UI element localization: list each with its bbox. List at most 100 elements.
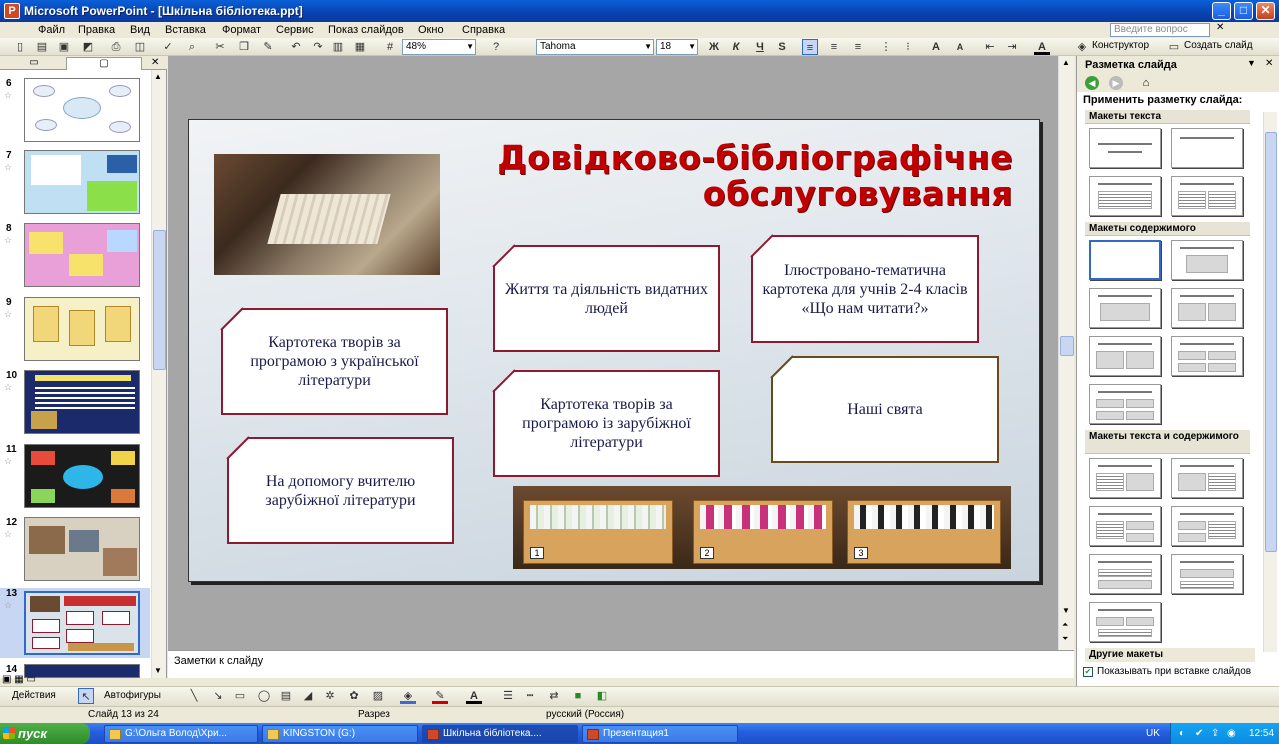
slide-thumbnail[interactable]: [24, 223, 140, 287]
italic-button[interactable]: К: [728, 39, 744, 55]
designer-button[interactable]: Конструктор: [1092, 40, 1149, 51]
back-icon[interactable]: ◀: [1085, 76, 1099, 90]
shadow-button[interactable]: S: [774, 39, 790, 55]
slide-thumbnail[interactable]: [24, 297, 140, 361]
layout-text-content-3[interactable]: [1089, 506, 1161, 546]
taskbar-powerpoint-1[interactable]: Шкільна бібліотека....: [422, 725, 578, 743]
home-icon[interactable]: ⌂: [1139, 76, 1153, 90]
slide-canvas[interactable]: Довідково-бібліографічне обслуговування …: [188, 119, 1040, 582]
cut-icon[interactable]: ✂: [212, 39, 228, 55]
slide-scrollbar[interactable]: ▲ ▼ ⏶ ⏷: [1058, 56, 1074, 650]
rectangle-icon[interactable]: ▭: [232, 688, 248, 704]
menu-window[interactable]: Окно: [418, 22, 444, 38]
scroll-thumb[interactable]: [1265, 132, 1277, 552]
menu-file[interactable]: Файл: [38, 22, 65, 38]
redo-icon[interactable]: ↷: [310, 39, 326, 55]
actions-menu[interactable]: Действия: [12, 690, 56, 701]
slide-thumbnail[interactable]: [24, 517, 140, 581]
arrow-icon[interactable]: ↘: [210, 688, 226, 704]
menu-slideshow[interactable]: Показ слайдов: [328, 22, 404, 38]
layout-title-only[interactable]: [1171, 128, 1243, 168]
maximize-button[interactable]: □: [1234, 2, 1253, 20]
slide-thumbnail[interactable]: [24, 444, 140, 508]
align-center-icon[interactable]: ≡: [826, 39, 842, 55]
bold-button[interactable]: Ж: [706, 39, 722, 55]
layout-text-content-7[interactable]: [1089, 602, 1161, 642]
prev-slide-icon[interactable]: ⏶: [1062, 620, 1068, 630]
sorter-view-icon[interactable]: ▦: [14, 674, 23, 685]
clipart-icon[interactable]: ✿: [346, 688, 362, 704]
layouts-scrollbar[interactable]: [1263, 112, 1277, 652]
tab-slides[interactable]: ▢: [66, 57, 142, 70]
insert-table-icon[interactable]: ▦: [352, 39, 368, 55]
format-painter-icon[interactable]: ✎: [260, 39, 276, 55]
slide-thumb-13-selected[interactable]: 13 ☆: [0, 588, 150, 658]
close-window-button[interactable]: ✕: [1256, 2, 1275, 20]
layout-title-slide[interactable]: [1089, 128, 1161, 168]
new-doc-icon[interactable]: ▯: [12, 39, 28, 55]
copy-icon[interactable]: ❐: [236, 39, 252, 55]
increase-indent-icon[interactable]: ⇥: [1004, 39, 1020, 55]
slide-thumbnail[interactable]: [24, 150, 140, 214]
scroll-up-icon[interactable]: ▲: [1062, 58, 1070, 67]
picture-icon[interactable]: ▨: [370, 688, 386, 704]
slideshow-view-icon[interactable]: ▭: [26, 674, 35, 685]
numbering-icon[interactable]: ⋮: [878, 39, 894, 55]
keyboard-language[interactable]: UK: [1146, 723, 1160, 744]
scroll-down-icon[interactable]: ▼: [1062, 606, 1070, 615]
font-color-draw-icon[interactable]: A: [466, 688, 482, 704]
dash-style-icon[interactable]: ┅: [522, 688, 538, 704]
forward-icon[interactable]: ▶: [1109, 76, 1123, 90]
bullets-icon[interactable]: ⁝: [900, 39, 916, 55]
slide-thumb-8[interactable]: 8 ☆: [0, 223, 150, 293]
menu-insert[interactable]: Вставка: [165, 22, 206, 38]
notes-pane[interactable]: Заметки к слайду: [168, 650, 1074, 678]
slides-scrollbar[interactable]: ▲ ▼: [151, 70, 166, 678]
undo-icon[interactable]: ↶: [288, 39, 304, 55]
underline-button[interactable]: Ч: [752, 39, 768, 55]
minimize-button[interactable]: _: [1212, 2, 1231, 20]
taskpane-close-icon[interactable]: ✕: [1265, 58, 1273, 69]
menu-format[interactable]: Формат: [222, 22, 261, 38]
tab-outline[interactable]: ▭: [4, 57, 64, 70]
line-style-icon[interactable]: ☰: [500, 688, 516, 704]
increase-font-icon[interactable]: A: [928, 39, 944, 55]
layout-content-2[interactable]: [1171, 288, 1243, 328]
layout-text-content-1[interactable]: [1089, 458, 1161, 498]
taskbar-powerpoint-2[interactable]: Презентация1: [582, 725, 738, 743]
decrease-indent-icon[interactable]: ⇤: [982, 39, 998, 55]
scroll-down-icon[interactable]: ▼: [154, 666, 162, 675]
taskbar-explorer-1[interactable]: G:\Ольга Волод\Хри...: [104, 725, 258, 743]
layout-text-content-6[interactable]: [1171, 554, 1243, 594]
layout-two-columns[interactable]: [1171, 176, 1243, 216]
close-doc-icon[interactable]: ✕: [1216, 22, 1224, 33]
line-color-icon[interactable]: ✎: [432, 688, 448, 704]
scroll-thumb[interactable]: [1060, 336, 1074, 356]
safely-remove-icon[interactable]: ⇪: [1211, 723, 1219, 744]
font-size-select[interactable]: 18 ▼: [656, 39, 698, 55]
insert-chart-icon[interactable]: ▥: [330, 39, 346, 55]
designer-icon[interactable]: ◈: [1074, 39, 1090, 55]
font-select[interactable]: Tahoma ▼: [536, 39, 654, 55]
zoom-select[interactable]: 48% ▼: [402, 39, 476, 55]
slide-thumbnail[interactable]: [24, 591, 140, 655]
network-icon[interactable]: ◐: [1179, 723, 1185, 744]
font-color-icon[interactable]: A: [1034, 39, 1050, 55]
menu-view[interactable]: Вид: [130, 22, 150, 38]
grid-icon[interactable]: #: [382, 39, 398, 55]
menu-service[interactable]: Сервис: [276, 22, 314, 38]
scroll-thumb[interactable]: [153, 230, 166, 370]
new-slide-icon[interactable]: ▭: [1166, 39, 1182, 55]
print-preview-icon[interactable]: ◫: [132, 39, 148, 55]
menu-help[interactable]: Справка: [462, 22, 505, 38]
notes-placeholder[interactable]: Заметки к слайду: [174, 655, 263, 667]
layout-content-1[interactable]: [1089, 288, 1161, 328]
arrow-style-icon[interactable]: ⇄: [546, 688, 562, 704]
help-question-input[interactable]: Введите вопрос: [1110, 23, 1210, 37]
open-icon[interactable]: ▤: [34, 39, 50, 55]
line-icon[interactable]: ╲: [186, 688, 202, 704]
spelling-icon[interactable]: ✓: [160, 39, 176, 55]
next-slide-icon[interactable]: ⏷: [1062, 634, 1068, 644]
oval-icon[interactable]: ◯: [256, 688, 272, 704]
align-left-icon[interactable]: ≡: [802, 39, 818, 55]
